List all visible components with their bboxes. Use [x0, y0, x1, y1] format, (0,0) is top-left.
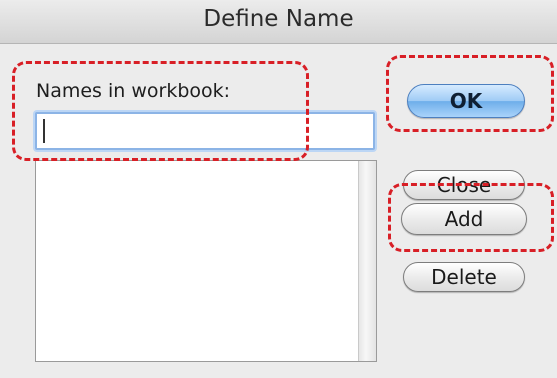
delete-button[interactable]: Delete [403, 262, 525, 292]
text-cursor [43, 119, 45, 143]
add-button[interactable]: Add [401, 203, 527, 235]
names-list[interactable] [35, 160, 377, 362]
ok-button[interactable]: OK [407, 84, 525, 118]
names-in-workbook-label: Names in workbook: [36, 80, 231, 102]
close-button[interactable]: Close [403, 170, 525, 200]
title-bar: Define Name [0, 0, 557, 44]
list-scrollbar[interactable] [358, 161, 376, 361]
name-input[interactable] [35, 112, 375, 150]
dialog-title: Define Name [203, 6, 354, 32]
